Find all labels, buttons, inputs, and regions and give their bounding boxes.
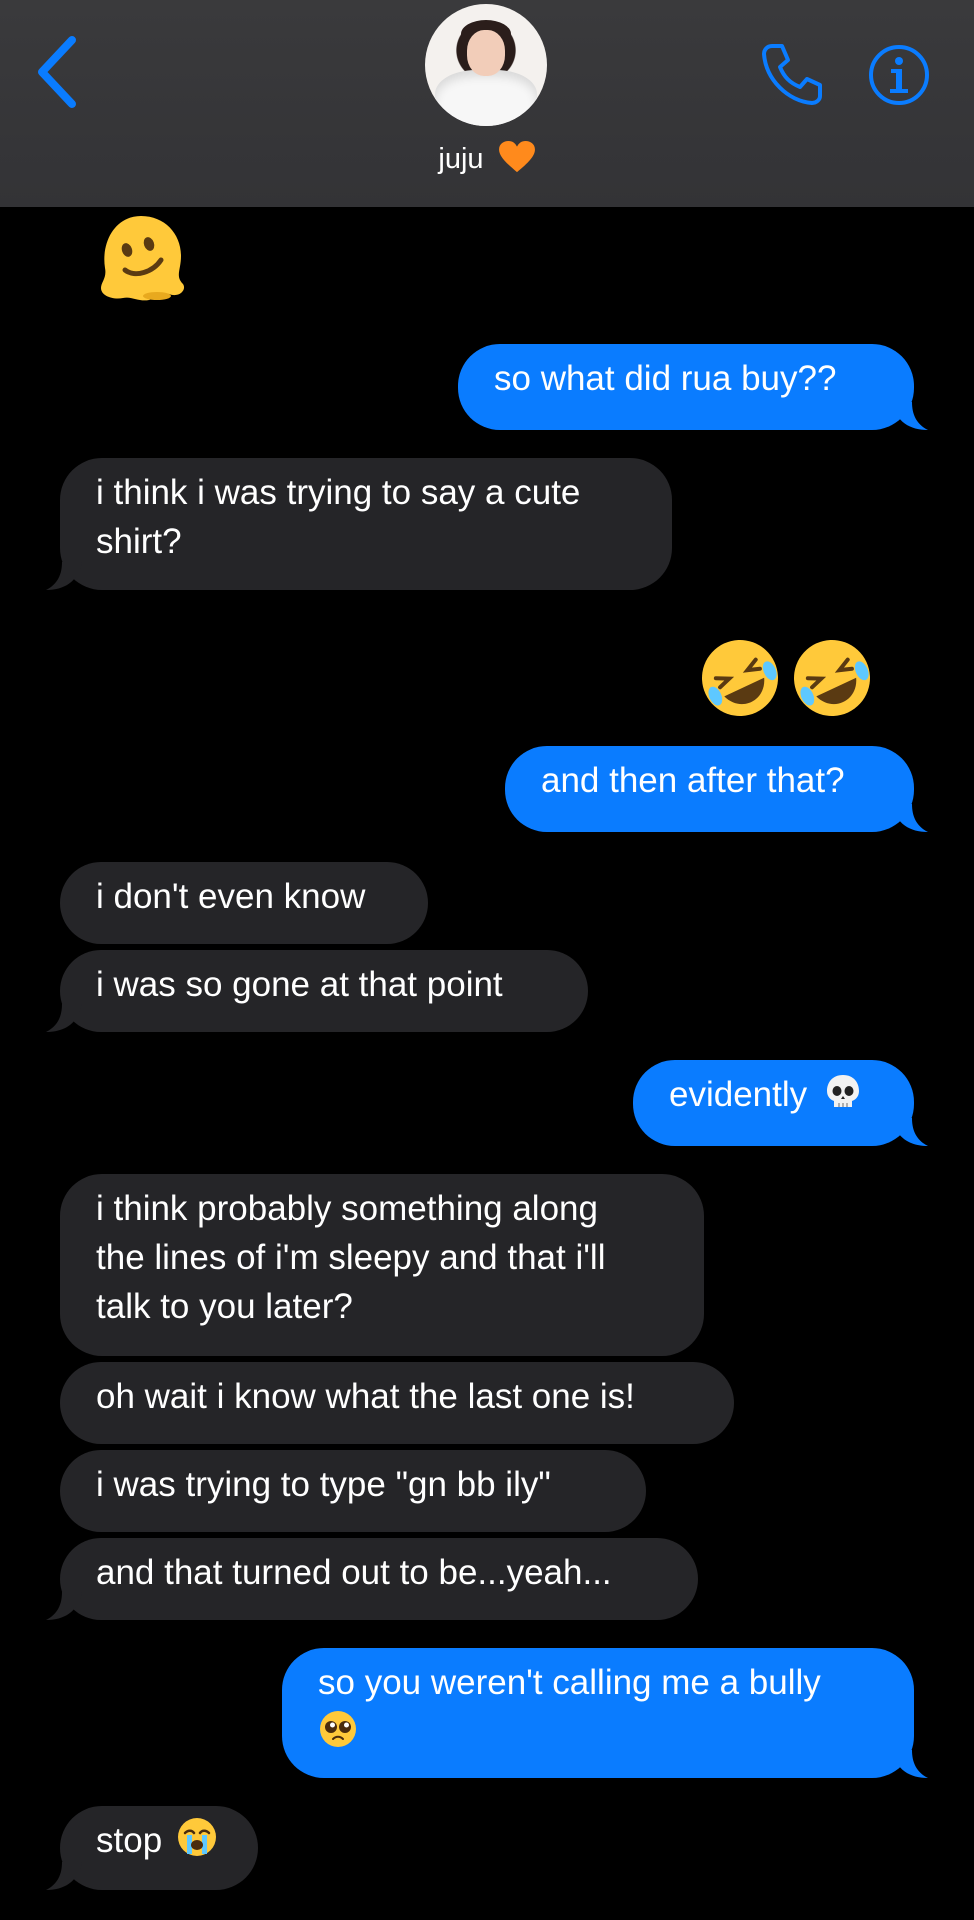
message-bubble-received[interactable]: i don't even know xyxy=(60,862,428,944)
message-bubble-sent[interactable]: so what did rua buy?? xyxy=(458,344,928,430)
bubble-tail xyxy=(892,1750,928,1778)
message-text: i don't even know xyxy=(96,877,366,916)
bubble-tail xyxy=(892,1118,928,1146)
message-line: talk to you later? xyxy=(96,1287,353,1326)
message-bubble-sent[interactable]: so you weren't calling me a bully xyxy=(282,1648,928,1778)
message-bubble-received[interactable]: i think i was trying to say a cute shirt… xyxy=(46,458,672,590)
contact-name: juju xyxy=(438,143,484,175)
bubble-tail xyxy=(46,1004,82,1032)
skull-emoji-icon xyxy=(826,1075,859,1107)
message-text: i was so gone at that point xyxy=(96,965,503,1004)
rolling-laughing-emoji-icon xyxy=(702,640,778,716)
message-bubble-received[interactable]: oh wait i know what the last one is! xyxy=(60,1362,734,1444)
message-line: shirt? xyxy=(96,522,182,561)
back-chevron-icon[interactable] xyxy=(30,32,90,112)
rofl-emojis xyxy=(696,634,880,724)
rolling-laughing-emoji-icon xyxy=(794,640,870,716)
message-bubble-sent[interactable]: and then after that? xyxy=(505,746,928,832)
orange-heart-icon xyxy=(498,140,535,173)
phone-call-icon[interactable] xyxy=(758,40,826,108)
bubble-tail xyxy=(46,1862,82,1890)
message-bubble-received[interactable]: i was trying to type "gn bb ily" xyxy=(60,1450,646,1532)
message-bubble-received[interactable]: stop xyxy=(46,1806,258,1890)
melting-face-emoji xyxy=(101,216,185,301)
message-bubble-received[interactable]: i was so gone at that point xyxy=(46,950,588,1032)
contact-avatar[interactable] xyxy=(425,4,547,126)
bubble-tail xyxy=(46,562,82,590)
bubble-tail xyxy=(892,804,928,832)
message-text: stop xyxy=(96,1821,163,1860)
message-line: i think probably something along xyxy=(96,1189,598,1228)
message-bubble-received[interactable]: i think probably something along the lin… xyxy=(60,1174,704,1356)
info-icon[interactable] xyxy=(868,44,930,106)
message-text: oh wait i know what the last one is! xyxy=(96,1377,635,1416)
message-line: the lines of i'm sleepy and that i'll xyxy=(96,1238,606,1277)
message-text: and that turned out to be...yeah... xyxy=(96,1553,612,1592)
conversation-header: juju xyxy=(0,0,974,207)
message-text: and then after that? xyxy=(541,761,845,800)
message-bubble-sent[interactable]: evidently xyxy=(633,1060,928,1146)
message-bubble-received[interactable]: and that turned out to be...yeah... xyxy=(46,1538,698,1620)
message-text: i was trying to type "gn bb ily" xyxy=(96,1465,551,1504)
message-line: i think i was trying to say a cute xyxy=(96,473,581,512)
pleading-face-emoji-icon xyxy=(320,1711,356,1747)
message-text: evidently xyxy=(669,1075,808,1114)
bubble-tail xyxy=(892,402,928,430)
loudly-crying-face-emoji-icon xyxy=(177,1818,216,1856)
bubble-tail xyxy=(46,1592,82,1620)
message-text: so you weren't calling me a bully xyxy=(318,1663,821,1702)
contact-name-row[interactable]: juju xyxy=(0,140,974,176)
message-text: so what did rua buy?? xyxy=(494,359,837,398)
